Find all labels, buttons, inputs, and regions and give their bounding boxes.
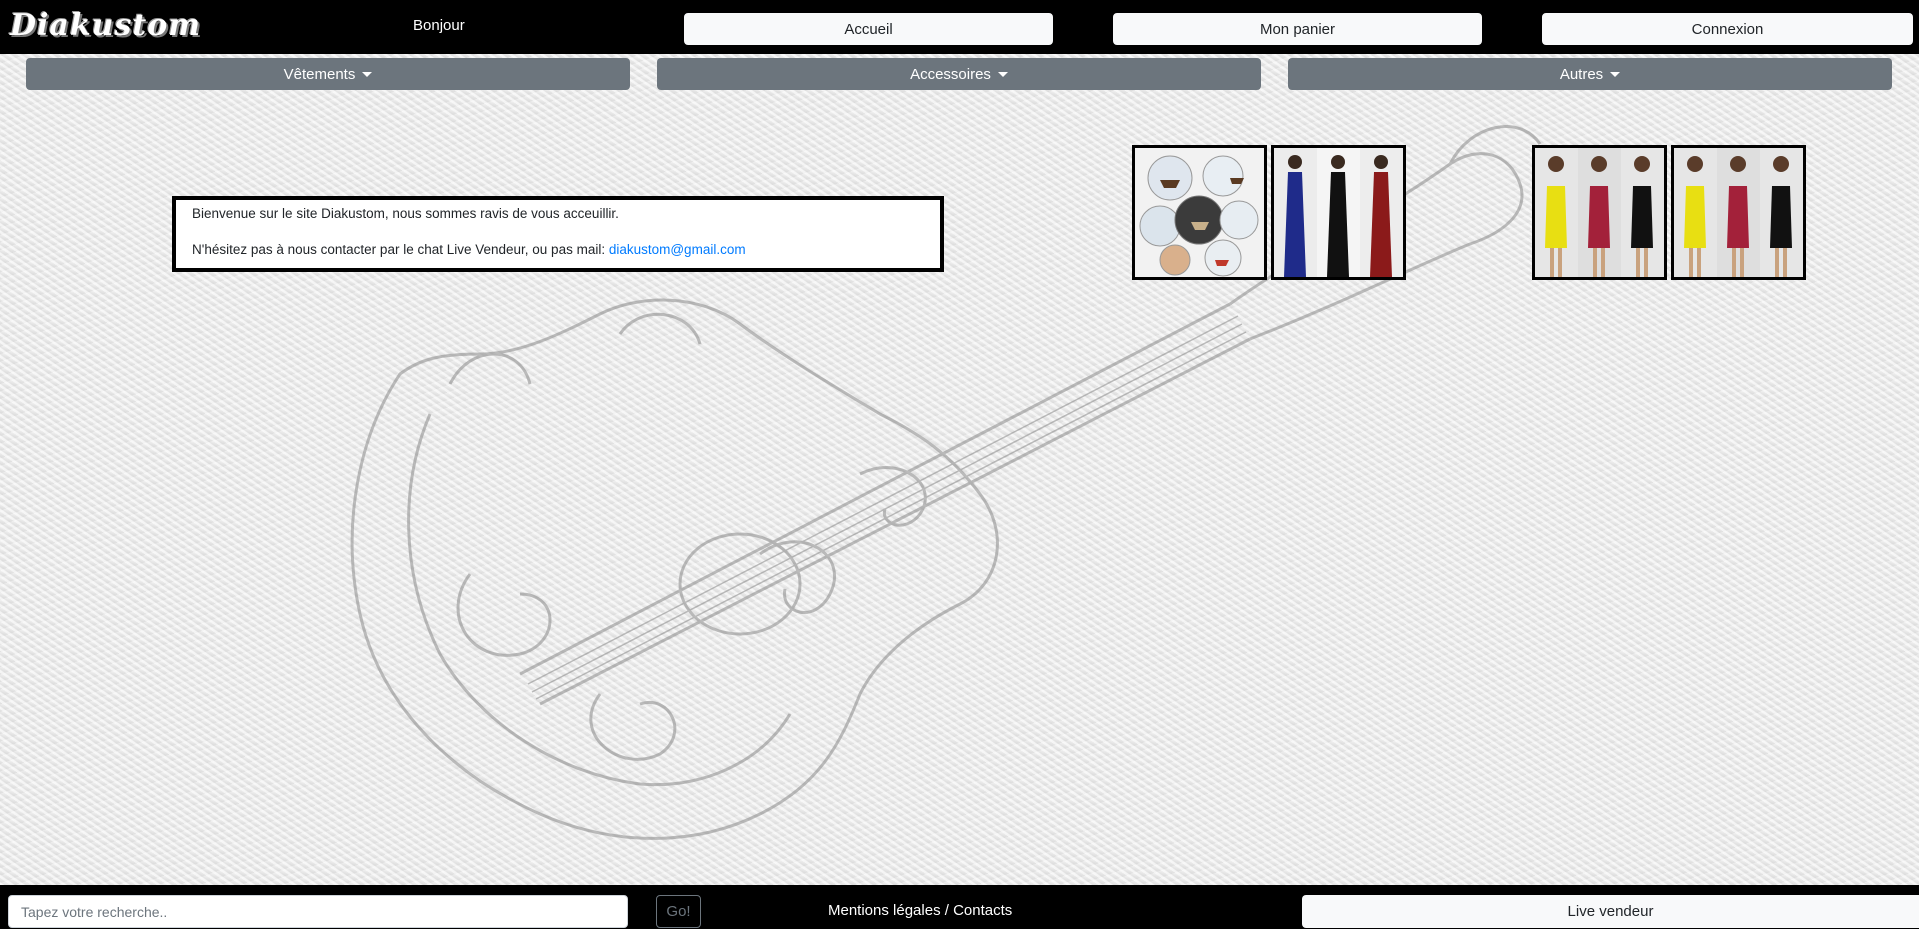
bodycon-dresses-image [1674,148,1803,277]
contact-line: N'hésitez pas à nous contacter par le ch… [192,241,940,258]
site-logo[interactable]: Diakustom [10,6,200,46]
pirate-ship-knobs-image [1135,148,1264,277]
search-input[interactable] [8,895,628,928]
accessories-dropdown-label: Accessoires [910,65,991,83]
accessories-dropdown-button[interactable]: Accessoires [657,58,1261,90]
long-dresses-image [1274,148,1403,277]
others-dropdown-label: Autres [1559,65,1604,83]
home-button[interactable]: Accueil [684,13,1053,45]
clothing-dropdown-button[interactable]: Vêtements [26,58,630,90]
product-thumbnail-bodycon-dresses[interactable] [1532,145,1667,280]
others-dropdown-button[interactable]: Autres [1288,58,1892,90]
top-navbar: Diakustom Bonjour Accueil Mon panier Con… [0,0,1919,54]
search-go-button[interactable]: Go! [656,895,701,928]
bodycon-dresses-image [1535,148,1664,277]
caret-down-icon [997,72,1008,77]
product-thumbnail-bodycon-dresses[interactable] [1671,145,1806,280]
cart-button[interactable]: Mon panier [1113,13,1482,45]
welcome-line: Bienvenue sur le site Diakustom, nous so… [192,206,619,221]
live-seller-button[interactable]: Live vendeur [1302,895,1919,928]
caret-down-icon [1610,72,1621,77]
clothing-dropdown-label: Vêtements [283,65,356,83]
login-button[interactable]: Connexion [1542,13,1913,45]
caret-down-icon [362,72,373,77]
legal-contacts-link[interactable]: Mentions légales / Contacts [828,902,1012,919]
greeting-text: Bonjour [413,17,465,34]
contact-line-text: N'hésitez pas à nous contacter par le ch… [192,242,609,257]
product-thumbnail-pirate-knobs[interactable] [1132,145,1267,280]
welcome-message-box: Bienvenue sur le site Diakustom, nous so… [172,196,944,272]
email-link[interactable]: diakustom@gmail.com [609,242,746,257]
product-thumbnail-long-dresses[interactable] [1271,145,1406,280]
